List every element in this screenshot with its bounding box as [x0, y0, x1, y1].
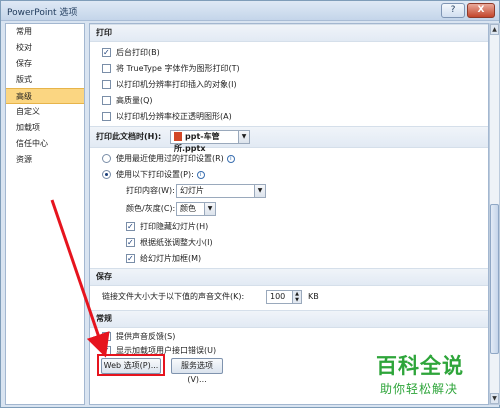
watermark-title: 百科全说	[376, 354, 464, 378]
watermark-slogan: 助你轻松解决	[380, 382, 459, 396]
annotation-arrow	[50, 199, 110, 358]
watermark-logo: 百科全说 助你轻松解决	[372, 350, 490, 400]
